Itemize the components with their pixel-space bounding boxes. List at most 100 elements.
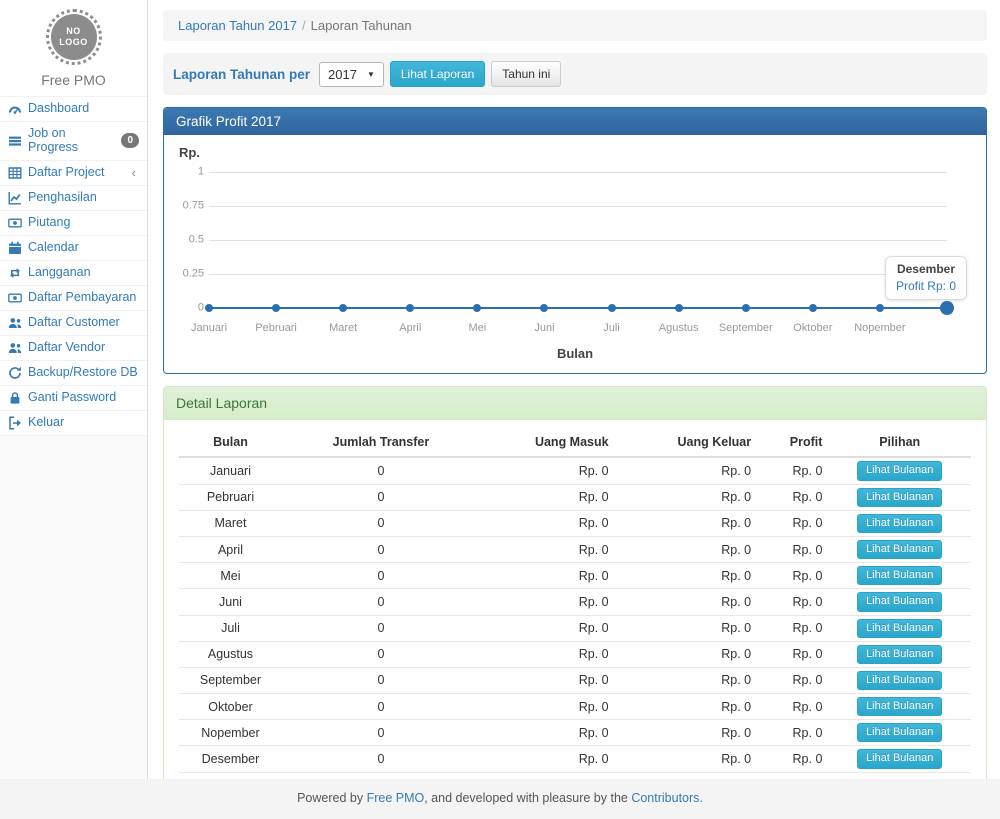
- money-icon: [8, 291, 22, 305]
- cell-jumlah-transfer: 0: [282, 510, 480, 536]
- lihat-bulanan-button-mei[interactable]: Lihat Bulanan: [857, 566, 942, 585]
- sidebar-item-penghasilan[interactable]: Penghasilan: [0, 185, 147, 210]
- cell-profit: Rp. 0: [757, 510, 828, 536]
- cell-jumlah-transfer: 0: [282, 589, 480, 615]
- breadcrumb-link[interactable]: Laporan Tahun 2017: [178, 18, 297, 33]
- cell-pilihan: Lihat Bulanan: [828, 694, 971, 720]
- data-point-januari[interactable]: [205, 304, 213, 312]
- breadcrumb: Laporan Tahun 2017/Laporan Tahunan: [163, 10, 987, 41]
- lihat-bulanan-button-september[interactable]: Lihat Bulanan: [857, 671, 942, 690]
- x-tick-label-mei: Mei: [468, 323, 486, 334]
- data-point-juni[interactable]: [540, 304, 548, 312]
- data-point-agustus[interactable]: [675, 304, 683, 312]
- lihat-bulanan-button-desember[interactable]: Lihat Bulanan: [857, 749, 942, 768]
- lihat-bulanan-button-maret[interactable]: Lihat Bulanan: [857, 514, 942, 533]
- lihat-bulanan-button-nopember[interactable]: Lihat Bulanan: [857, 723, 942, 742]
- sidebar-item-job-on-progress[interactable]: Job on Progress0: [0, 121, 147, 160]
- sidebar-item-langganan[interactable]: Langganan: [0, 260, 147, 285]
- cell-uang-masuk: Rp. 0: [480, 641, 615, 667]
- x-tick-label-september: September: [719, 323, 773, 334]
- x-tick-label-pebruari: Pebruari: [255, 323, 297, 334]
- app-name: Free PMO: [0, 72, 147, 88]
- chart-panel-body: Rp. 10.750.50.250 Desember Profit Rp: 0 …: [164, 135, 986, 373]
- sidebar-item-backup-restore-db[interactable]: Backup/Restore DB: [0, 360, 147, 385]
- sidebar-item-daftar-project[interactable]: Daftar Project‹: [0, 160, 147, 185]
- year-select-value: 2017: [328, 67, 357, 82]
- sidebar-item-daftar-customer[interactable]: Daftar Customer: [0, 310, 147, 335]
- data-point-nopember[interactable]: [876, 304, 884, 312]
- lihat-bulanan-button-januari[interactable]: Lihat Bulanan: [857, 461, 942, 480]
- report-form-bar: Laporan Tahunan per 2017 ▼ Lihat Laporan…: [163, 53, 987, 95]
- data-point-desember[interactable]: [940, 301, 954, 315]
- data-point-mei[interactable]: [473, 304, 481, 312]
- main-content: Laporan Tahun 2017/Laporan Tahunan Lapor…: [148, 0, 1000, 779]
- data-point-april[interactable]: [406, 304, 414, 312]
- data-point-juli[interactable]: [608, 304, 616, 312]
- y-tick-label: 0.25: [179, 269, 204, 280]
- sidebar-item-label: Daftar Project: [28, 166, 104, 180]
- lihat-bulanan-button-oktober[interactable]: Lihat Bulanan: [857, 697, 942, 716]
- cell-bulan: Oktober: [179, 694, 282, 720]
- sidebar-item-daftar-pembayaran[interactable]: Daftar Pembayaran: [0, 285, 147, 310]
- lihat-bulanan-button-pebruari[interactable]: Lihat Bulanan: [857, 488, 942, 507]
- data-point-maret[interactable]: [339, 304, 347, 312]
- users-icon: [8, 316, 22, 330]
- y-tick-label: 0.5: [179, 235, 204, 246]
- sidebar-item-daftar-vendor[interactable]: Daftar Vendor: [0, 335, 147, 360]
- line-chart-icon: [8, 191, 22, 205]
- cell-jumlah-transfer: 0: [282, 457, 480, 484]
- sidebar-item-piutang[interactable]: Piutang: [0, 210, 147, 235]
- cell-pilihan: Lihat Bulanan: [828, 615, 971, 641]
- chart-panel: Grafik Profit 2017 Rp. 10.750.50.250 Des…: [163, 107, 987, 374]
- sidebar-item-ganti-password[interactable]: Ganti Password: [0, 385, 147, 410]
- sidebar-item-calendar[interactable]: Calendar: [0, 235, 147, 260]
- data-point-september[interactable]: [742, 304, 750, 312]
- col-header-pilihan: Pilihan: [828, 428, 971, 457]
- x-tick-label-maret: Maret: [329, 323, 357, 334]
- cell-profit: Rp. 0: [757, 746, 828, 772]
- cell-jumlah-transfer: 0: [282, 484, 480, 510]
- cell-pilihan: Lihat Bulanan: [828, 510, 971, 536]
- table-row-maret: Maret0Rp. 0Rp. 0Rp. 0Lihat Bulanan: [179, 510, 971, 536]
- cell-jumlah-transfer: 0: [282, 563, 480, 589]
- cell-jumlah-transfer: 0: [282, 720, 480, 746]
- year-select[interactable]: 2017 ▼: [319, 62, 384, 87]
- chart-tooltip: Desember Profit Rp: 0: [885, 256, 967, 300]
- cell-uang-masuk: Rp. 0: [480, 720, 615, 746]
- tahun-ini-button[interactable]: Tahun ini: [491, 61, 561, 87]
- cell-jumlah-transfer: 0: [282, 536, 480, 562]
- cell-profit: Rp. 0: [757, 563, 828, 589]
- sidebar-item-label: Backup/Restore DB: [28, 366, 138, 380]
- cell-profit: Rp. 0: [757, 589, 828, 615]
- cell-bulan: Juli: [179, 615, 282, 641]
- cell-uang-keluar: Rp. 0: [615, 746, 758, 772]
- no-logo-badge: NO LOGO: [51, 14, 97, 60]
- contributors-link[interactable]: Contributors.: [631, 791, 703, 805]
- sidebar-item-dashboard[interactable]: Dashboard: [0, 96, 147, 121]
- table-row-agustus: Agustus0Rp. 0Rp. 0Rp. 0Lihat Bulanan: [179, 641, 971, 667]
- sidebar-item-keluar[interactable]: Keluar: [0, 410, 147, 436]
- table-row-april: April0Rp. 0Rp. 0Rp. 0Lihat Bulanan: [179, 536, 971, 562]
- x-tick-label-juni: Juni: [534, 323, 554, 334]
- sign-out-icon: [8, 416, 22, 430]
- col-header-jumlah-transfer: Jumlah Transfer: [282, 428, 480, 457]
- cell-profit: Rp. 0: [757, 484, 828, 510]
- detail-panel-title: Detail Laporan: [164, 387, 986, 420]
- sidebar: NO LOGO Free PMO DashboardJob on Progres…: [0, 0, 148, 779]
- table-row-september: September0Rp. 0Rp. 0Rp. 0Lihat Bulanan: [179, 667, 971, 693]
- lihat-bulanan-button-juni[interactable]: Lihat Bulanan: [857, 592, 942, 611]
- cell-jumlah-transfer: 0: [282, 746, 480, 772]
- cell-pilihan: Lihat Bulanan: [828, 484, 971, 510]
- lihat-bulanan-button-april[interactable]: Lihat Bulanan: [857, 540, 942, 559]
- calendar-icon: [8, 241, 22, 255]
- cell-uang-masuk: Rp. 0: [480, 694, 615, 720]
- data-point-pebruari[interactable]: [272, 304, 280, 312]
- tasks-icon: [8, 134, 22, 148]
- footer-text-prefix: Powered by: [297, 791, 366, 805]
- lihat-laporan-button[interactable]: Lihat Laporan: [390, 61, 485, 87]
- data-point-oktober[interactable]: [809, 304, 817, 312]
- free-pmo-link[interactable]: Free PMO: [367, 791, 425, 805]
- lihat-bulanan-button-juli[interactable]: Lihat Bulanan: [857, 619, 942, 638]
- x-tick-label-agustus: Agustus: [659, 323, 699, 334]
- lihat-bulanan-button-agustus[interactable]: Lihat Bulanan: [857, 645, 942, 664]
